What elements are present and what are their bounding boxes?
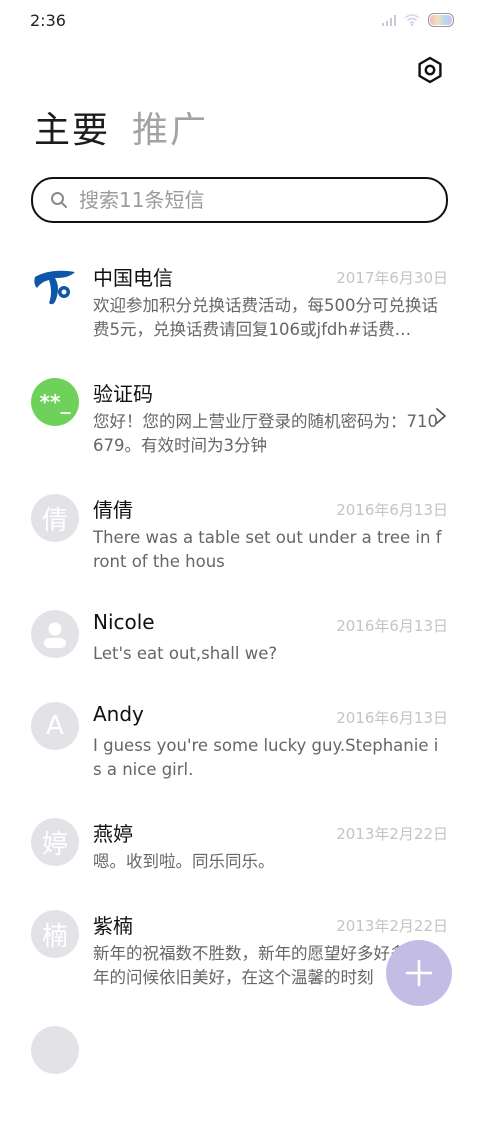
contact-avatar xyxy=(31,1026,79,1074)
conversation-item[interactable]: 婷 燕婷 2013年2月22日 嗯。收到啦。同乐同乐。 xyxy=(0,806,480,898)
search-icon xyxy=(51,192,67,208)
conversation-item[interactable]: A Andy 2016年6月13日 I guess you're some lu… xyxy=(0,690,480,806)
conversation-name: 燕婷 xyxy=(93,822,133,846)
verification-code-avatar: **_ xyxy=(31,378,79,426)
conversation-name: 中国电信 xyxy=(93,266,173,290)
status-bar: 2:36 xyxy=(0,0,480,40)
chevron-right-icon[interactable] xyxy=(434,406,448,426)
contact-avatar: 婷 xyxy=(31,818,79,866)
new-message-button[interactable] xyxy=(386,940,452,1006)
conversation-item-partial[interactable] xyxy=(0,1014,480,1130)
wifi-icon xyxy=(404,14,420,26)
conversation-preview: Let's eat out,shall we? xyxy=(93,644,278,663)
conversation-item[interactable]: **_ 验证码 您好！您的网上营业厅登录的随机密码为：710679。有效时间为3… xyxy=(0,366,480,482)
search-input[interactable] xyxy=(79,185,429,215)
conversation-date: 2013年2月22日 xyxy=(336,825,448,843)
conversation-name: 倩倩 xyxy=(93,498,133,522)
conversation-item[interactable]: Nicole 2016年6月13日 Let's eat out,shall we… xyxy=(0,598,480,690)
tab-primary[interactable]: 主要 xyxy=(34,108,110,154)
conversation-item[interactable]: 倩 倩倩 2016年6月13日 There was a table set ou… xyxy=(0,482,480,598)
china-telecom-logo-icon xyxy=(31,262,79,310)
conversation-name: Nicole xyxy=(93,610,155,634)
search-bar[interactable] xyxy=(31,177,448,223)
category-tabs: 主要 推广 xyxy=(34,108,208,154)
conversation-preview: 欢迎参加积分兑换话费活动，每500分可兑换话费5元，兑换话费请回复106或jfd… xyxy=(93,296,438,339)
person-icon xyxy=(31,610,79,658)
contact-avatar: A xyxy=(31,702,79,750)
contact-avatar: 倩 xyxy=(31,494,79,542)
conversation-name: Andy xyxy=(93,702,144,726)
status-icons xyxy=(382,13,454,27)
contact-avatar: 楠 xyxy=(31,910,79,958)
status-time: 2:36 xyxy=(30,11,66,30)
conversation-preview: 嗯。收到啦。同乐同乐。 xyxy=(93,852,275,871)
conversation-date: 2017年6月30日 xyxy=(336,269,448,287)
conversation-date: 2016年6月13日 xyxy=(336,709,448,727)
conversation-name: 紫楠 xyxy=(93,914,133,938)
battery-icon xyxy=(428,13,454,27)
conversation-preview: I guess you're some lucky guy.Stephanie … xyxy=(93,736,439,779)
plus-icon xyxy=(405,959,433,987)
tab-promotions[interactable]: 推广 xyxy=(132,108,208,154)
conversation-date: 2013年2月22日 xyxy=(336,917,448,935)
conversation-item[interactable]: 中国电信 2017年6月30日 欢迎参加积分兑换话费活动，每500分可兑换话费5… xyxy=(0,250,480,366)
signal-icon xyxy=(382,14,396,26)
conversation-name: 验证码 xyxy=(93,382,153,406)
conversation-date: 2016年6月13日 xyxy=(336,501,448,519)
conversation-preview: There was a table set out under a tree i… xyxy=(93,528,442,571)
settings-gear-icon[interactable] xyxy=(414,54,446,86)
conversation-date: 2016年6月13日 xyxy=(336,617,448,635)
conversation-preview: 您好！您的网上营业厅登录的随机密码为：710679。有效时间为3分钟 xyxy=(93,412,438,455)
